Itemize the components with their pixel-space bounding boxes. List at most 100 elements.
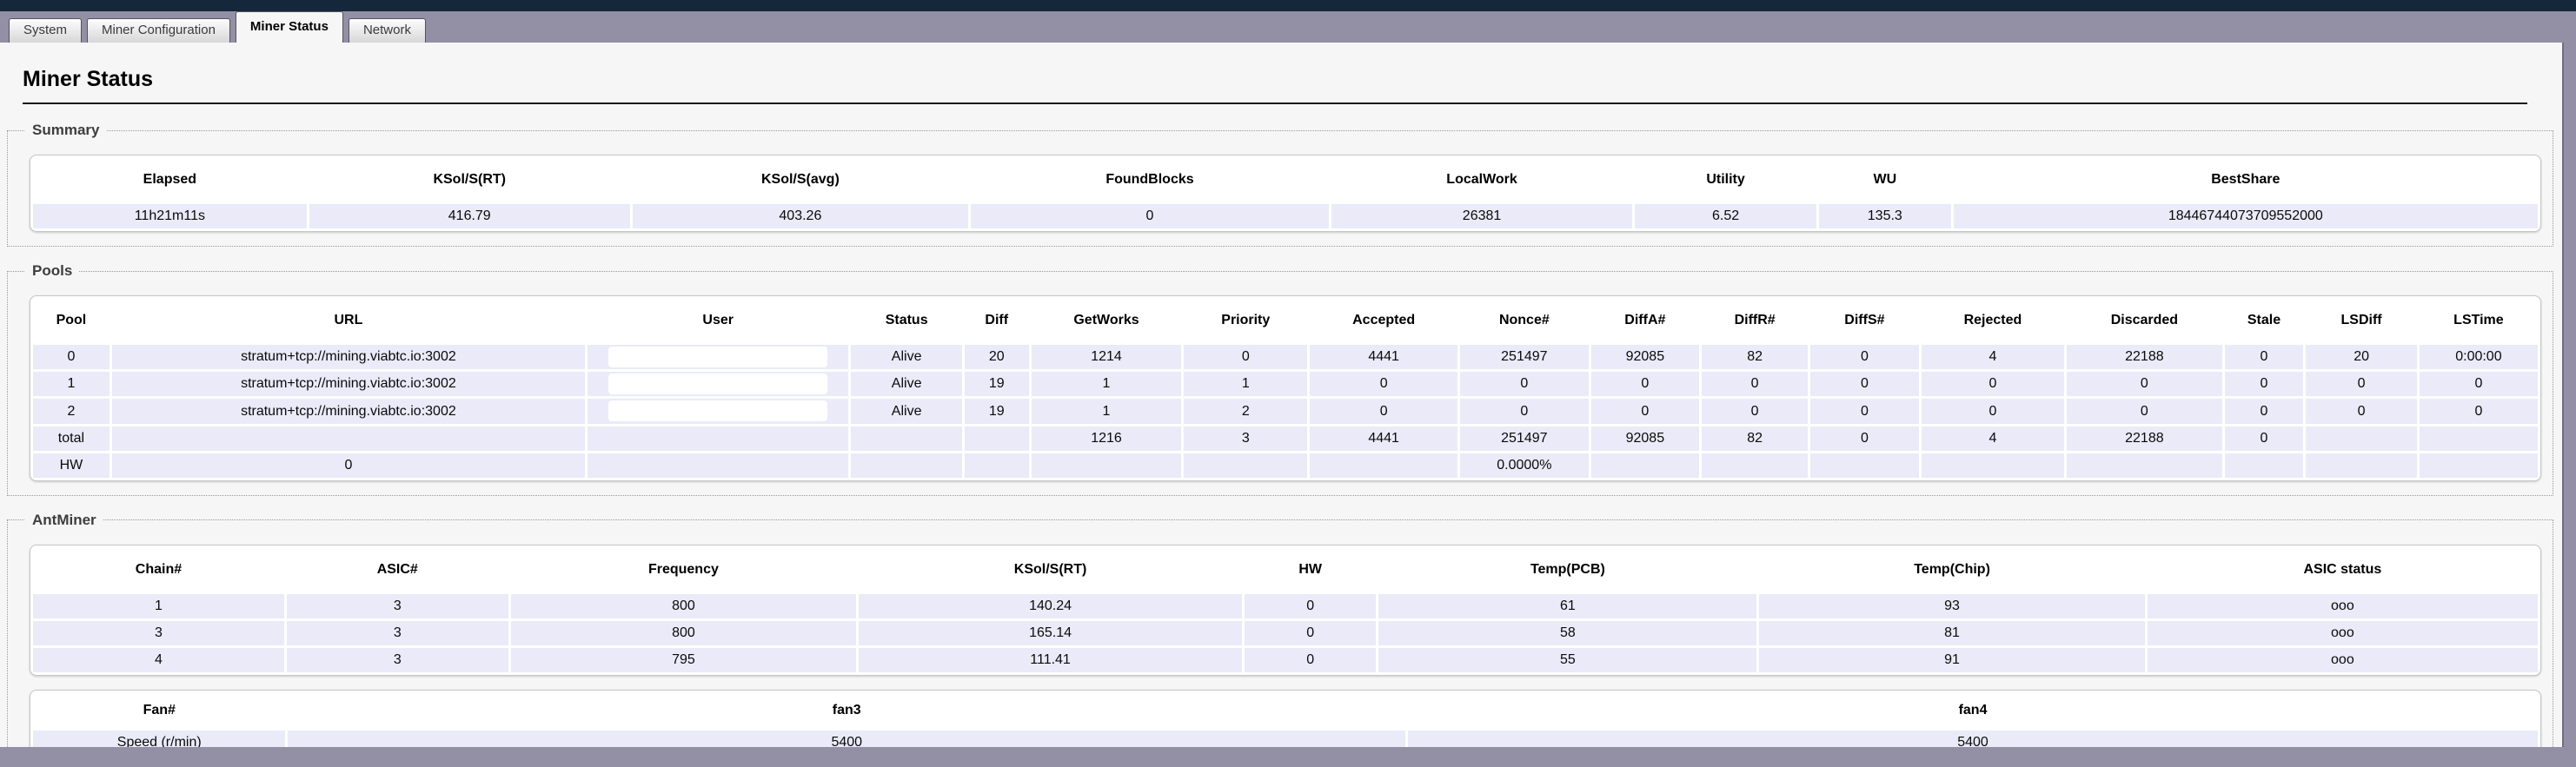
table-cell [965, 426, 1029, 451]
table-cell: 91 [1759, 648, 2144, 672]
table-cell: 140.24 [859, 594, 1242, 618]
table-cell: 0 [2420, 372, 2538, 396]
table-cell: Alive [851, 399, 962, 423]
table-cell: 403.26 [633, 204, 968, 228]
table-cell [2306, 453, 2417, 478]
tab-strip: System Miner Configuration Miner Status … [0, 11, 2576, 43]
tab-miner-status[interactable]: Miner Status [236, 11, 343, 43]
tab-miner-configuration[interactable]: Miner Configuration [87, 18, 230, 43]
table-cell: total [33, 426, 110, 451]
column-header: LocalWork [1331, 158, 1632, 202]
table-cell: 0 [1460, 399, 1588, 423]
table-cell: 11h21m11s [33, 204, 307, 228]
table-cell [588, 426, 848, 451]
column-header: Diff [965, 299, 1029, 342]
table-cell: 22188 [2067, 345, 2222, 369]
table-row: 1stratum+tcp://mining.viabtc.io:3002Aliv… [33, 372, 2538, 396]
table-cell: ooo [2148, 621, 2538, 645]
table-cell: 800 [511, 621, 857, 645]
table-cell: 92085 [1591, 345, 1700, 369]
column-header: Chain# [33, 548, 284, 592]
table-cell: 1216 [1032, 426, 1182, 451]
table-cell: 111.41 [859, 648, 1242, 672]
table-cell [2225, 453, 2304, 478]
column-header: DiffR# [1702, 299, 1808, 342]
table-cell: 800 [511, 594, 857, 618]
column-header: User [588, 299, 848, 342]
table-cell: 0 [971, 204, 1329, 228]
table-cell: 4 [1922, 345, 2064, 369]
table-cell: 3 [287, 621, 508, 645]
column-header: Discarded [2067, 299, 2222, 342]
table-cell: 0.0000% [1460, 453, 1588, 478]
table-row: 13800140.2406193ooo [33, 594, 2538, 618]
table-cell: 3 [287, 648, 508, 672]
table-cell [1310, 453, 1457, 478]
pools-table: PoolURLUserStatusDiffGetWorksPriorityAcc… [30, 295, 2541, 481]
column-header: Stale [2225, 299, 2304, 342]
pools-section: Pools PoolURLUserStatusDiffGetWorksPrior… [7, 262, 2553, 496]
table-cell: 0 [2067, 372, 2222, 396]
header-row: Fan#fan3fan4 [33, 693, 2538, 728]
table-cell: 26381 [1331, 204, 1632, 228]
fans-table: Fan#fan3fan4Speed (r/min)54005400 [30, 690, 2541, 747]
table-cell: 0 [2420, 399, 2538, 423]
table-cell: 416.79 [309, 204, 630, 228]
table-cell: 3 [1184, 426, 1307, 451]
column-header: LSDiff [2306, 299, 2417, 342]
table-cell [588, 372, 848, 396]
table-cell: 0 [2225, 345, 2304, 369]
table-cell [588, 345, 848, 369]
table-cell [851, 426, 962, 451]
table-cell: 5400 [288, 731, 1405, 747]
tab-network[interactable]: Network [349, 18, 426, 43]
column-header: Pool [33, 299, 110, 342]
table-cell: 4 [33, 648, 284, 672]
table-cell [965, 453, 1029, 478]
table-cell: 1214 [1032, 345, 1182, 369]
table-cell: 92085 [1591, 426, 1700, 451]
table-cell [588, 453, 848, 478]
table-cell: 18446744073709552000 [1954, 204, 2538, 228]
column-header: fan3 [288, 693, 1405, 728]
table-cell: 135.3 [1819, 204, 1951, 228]
column-header: Accepted [1310, 299, 1457, 342]
column-header: ASIC# [287, 548, 508, 592]
table-cell: 0 [2306, 372, 2417, 396]
table-cell: 0 [33, 345, 110, 369]
header-row: PoolURLUserStatusDiffGetWorksPriorityAcc… [33, 299, 2538, 342]
table-row: HW00.0000% [33, 453, 2538, 478]
table-cell: ooo [2148, 648, 2538, 672]
table-cell [2306, 426, 2417, 451]
column-header: URL [112, 299, 585, 342]
table-cell: 0 [1460, 372, 1588, 396]
summary-legend: Summary [25, 122, 106, 139]
antminer-legend: AntMiner [25, 512, 103, 529]
table-cell: stratum+tcp://mining.viabtc.io:3002 [112, 372, 585, 396]
table-cell: 1 [1032, 372, 1182, 396]
column-header: Nonce# [1460, 299, 1588, 342]
table-cell: 3 [33, 621, 284, 645]
table-cell: 2 [1184, 399, 1307, 423]
table-cell: 4441 [1310, 345, 1457, 369]
table-row: 0stratum+tcp://mining.viabtc.io:3002Aliv… [33, 345, 2538, 369]
table-cell [588, 399, 848, 423]
table-row: 2 stratum+tcp://mining.viabtc.io:3002 Aliv… [33, 399, 2538, 423]
table-cell: 0 [2306, 399, 2417, 423]
table-row: total121634441251497920858204221880 [33, 426, 2538, 451]
table-cell: stratum+tcp://mining.viabtc.io:3002 [112, 399, 585, 423]
column-header: Elapsed [33, 158, 307, 202]
tab-system[interactable]: System [9, 18, 82, 43]
redacted-username [608, 374, 827, 394]
column-header: KSol/S(RT) [309, 158, 630, 202]
column-header: Temp(Chip) [1759, 548, 2144, 592]
column-header: KSol/S(avg) [633, 158, 968, 202]
table-cell: 0 [1810, 345, 1919, 369]
table-cell: 795 [511, 648, 857, 672]
table-cell: 251497 [1460, 345, 1588, 369]
table-cell [2420, 426, 2538, 451]
column-header: LSTime [2420, 299, 2538, 342]
table-cell: stratum+tcp://mining.viabtc.io:3002 [112, 345, 585, 369]
table-cell: Speed (r/min) [33, 731, 285, 747]
column-header: Fan# [33, 693, 285, 728]
